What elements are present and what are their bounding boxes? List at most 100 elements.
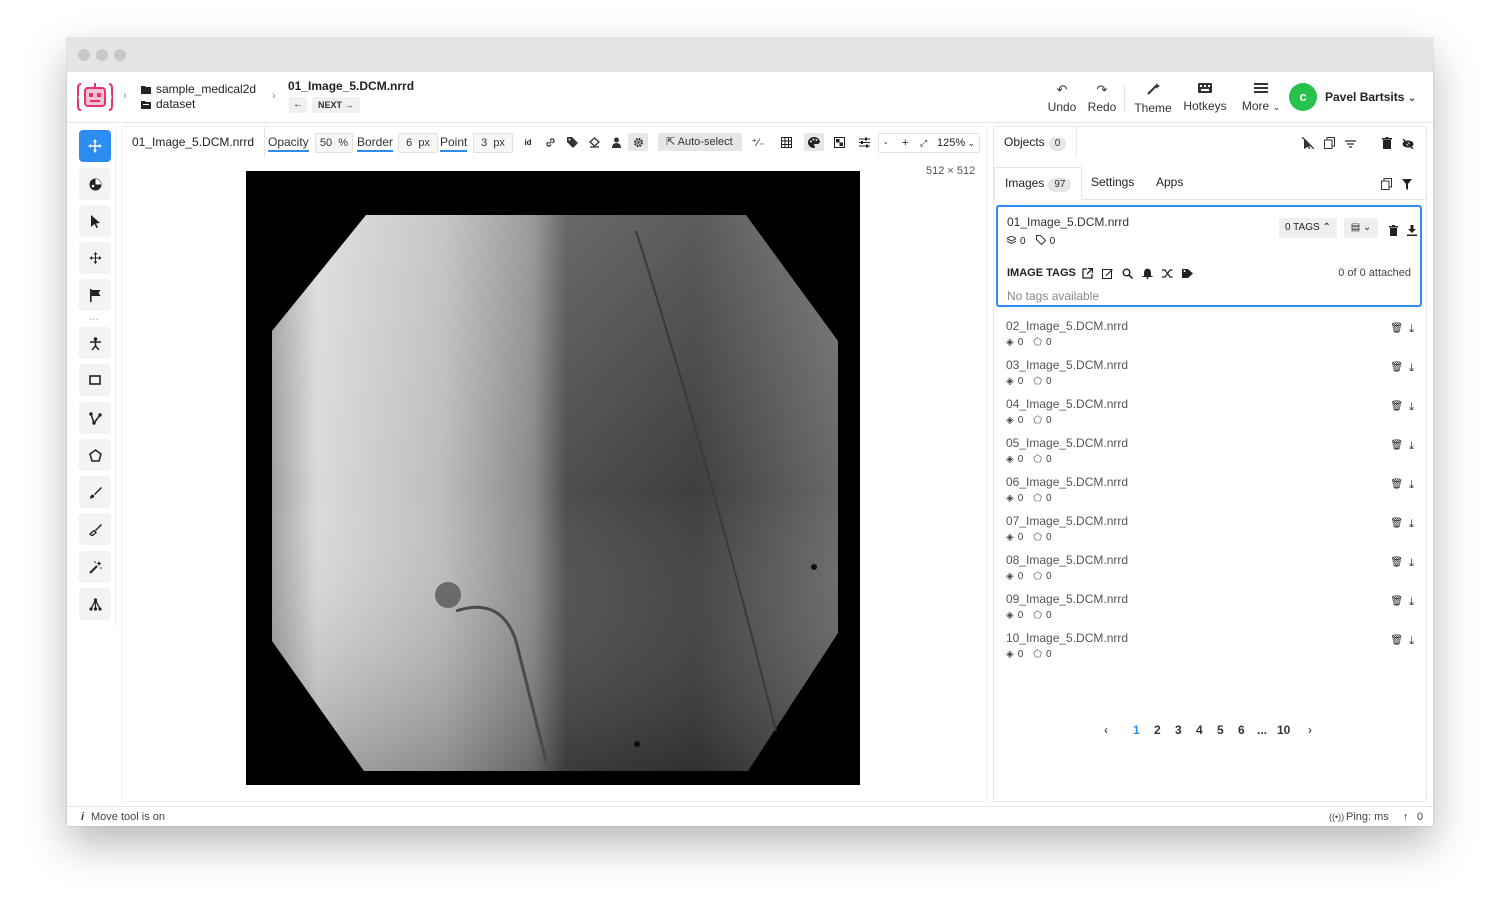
download-icon[interactable] xyxy=(1407,223,1417,241)
gear-icon[interactable] xyxy=(628,133,648,151)
hotkeys-button[interactable]: Hotkeys xyxy=(1183,82,1227,113)
next-page-button[interactable]: › xyxy=(1308,723,1312,737)
copy-icon[interactable] xyxy=(1324,136,1335,154)
polyline-tool-button[interactable] xyxy=(79,402,111,434)
user-menu[interactable]: Pavel Bartsits ⌄ xyxy=(1325,90,1416,104)
graph-tool-button[interactable] xyxy=(79,588,111,620)
undo-button[interactable]: ↶ Undo xyxy=(1047,82,1077,114)
grid-icon[interactable] xyxy=(776,133,796,151)
point-input[interactable]: 3 px xyxy=(473,133,513,153)
copy-icon[interactable] xyxy=(1381,177,1392,195)
list-item[interactable]: 05_Image_5.DCM.nrrd ◈ 0 ⬠ 0 🗑 ⤓ xyxy=(994,428,1426,467)
palette-icon[interactable] xyxy=(804,133,824,151)
trash-icon[interactable]: 🗑 xyxy=(1390,557,1403,570)
selected-image-card[interactable]: 01_Image_5.DCM.nrrd 0 0 0 TAGS ⌃ ▤ ⌄ IMA… xyxy=(996,205,1422,307)
bell-icon[interactable] xyxy=(1142,266,1153,284)
trash-icon[interactable]: 🗑 xyxy=(1390,596,1403,609)
page-5[interactable]: 5 xyxy=(1217,723,1224,737)
trash-icon[interactable]: 🗑 xyxy=(1390,440,1403,453)
download-icon[interactable]: ⤓ xyxy=(1409,479,1414,492)
filter-lines-icon[interactable] xyxy=(1345,136,1356,154)
breadcrumb-project[interactable]: sample_medical2d xyxy=(141,82,256,96)
tag-icon[interactable] xyxy=(562,133,582,151)
trash-icon[interactable] xyxy=(1389,223,1398,241)
download-icon[interactable]: ⤓ xyxy=(1409,635,1414,648)
magic-wand-tool-button[interactable] xyxy=(79,551,111,583)
hide-pointer-icon[interactable] xyxy=(1301,136,1315,154)
external-link-icon[interactable] xyxy=(1082,266,1094,284)
prev-image-button[interactable]: ← xyxy=(289,97,307,113)
user-filter-icon[interactable] xyxy=(606,133,626,151)
tab-settings[interactable]: Settings xyxy=(1091,167,1134,198)
more-button[interactable]: More ⌄ xyxy=(1239,82,1283,113)
list-item[interactable]: 10_Image_5.DCM.nrrd ◈ 0 ⬠ 0 🗑 ⤓ xyxy=(994,623,1426,662)
checkerboard-icon[interactable] xyxy=(829,133,849,151)
canvas-tab[interactable]: 01_Image_5.DCM.nrrd xyxy=(122,127,266,159)
page-3[interactable]: 3 xyxy=(1175,723,1182,737)
page-4[interactable]: 4 xyxy=(1196,723,1203,737)
download-icon[interactable]: ⤓ xyxy=(1409,518,1414,531)
zoom-out-button[interactable]: - xyxy=(884,134,888,152)
rectangle-tool-button[interactable] xyxy=(79,364,111,396)
list-item[interactable]: 09_Image_5.DCM.nrrd ◈ 0 ⬠ 0 🗑 ⤓ xyxy=(994,584,1426,623)
shuffle-icon[interactable] xyxy=(1162,266,1173,284)
breadcrumb-dataset[interactable]: dataset xyxy=(141,97,256,111)
brush-tool-button[interactable] xyxy=(79,476,111,508)
page-ellipsis[interactable]: ... xyxy=(1257,723,1267,737)
avatar[interactable]: c xyxy=(1289,83,1317,111)
trash-icon[interactable]: 🗑 xyxy=(1390,362,1403,375)
theme-button[interactable]: Theme xyxy=(1133,82,1173,115)
trash-icon[interactable]: 🗑 xyxy=(1390,401,1403,414)
window-close-dot[interactable] xyxy=(78,49,90,61)
flag-tool-button[interactable] xyxy=(79,279,111,311)
zoom-select[interactable]: 125% ⌄ xyxy=(937,134,975,152)
link-icon[interactable] xyxy=(540,133,560,151)
download-icon[interactable]: ⤓ xyxy=(1409,440,1414,453)
image-actions-dropdown[interactable]: ▤ ⌄ xyxy=(1344,218,1378,238)
trash-icon[interactable]: 🗑 xyxy=(1390,635,1403,648)
pan-tool-button[interactable] xyxy=(79,242,111,274)
select-tool-button[interactable] xyxy=(79,205,111,237)
trash-icon[interactable] xyxy=(1382,136,1392,154)
page-1[interactable]: 1 xyxy=(1133,723,1140,737)
tags-dropdown-button[interactable]: 0 TAGS ⌃ xyxy=(1279,218,1337,238)
move-tool-button[interactable] xyxy=(79,130,111,162)
percent-toggle-icon[interactable]: ⁺⁄₋ xyxy=(748,133,768,151)
prev-page-button[interactable]: ‹ xyxy=(1104,723,1108,737)
page-2[interactable]: 2 xyxy=(1154,723,1161,737)
layers-toggle-icon[interactable] xyxy=(584,133,604,151)
logo-icon[interactable] xyxy=(77,80,113,114)
next-image-button[interactable]: NEXT → xyxy=(312,97,360,113)
auto-select-button[interactable]: ⇱ Auto-select xyxy=(658,133,742,151)
search-icon[interactable] xyxy=(1122,266,1134,284)
medical-image[interactable] xyxy=(246,171,860,785)
id-toggle-icon[interactable]: id xyxy=(518,133,538,151)
download-icon[interactable]: ⤓ xyxy=(1409,596,1414,609)
eraser-tool-button[interactable] xyxy=(79,513,111,545)
trash-icon[interactable]: 🗑 xyxy=(1390,479,1403,492)
eye-off-icon[interactable] xyxy=(1402,136,1414,154)
list-item[interactable]: 07_Image_5.DCM.nrrd ◈ 0 ⬠ 0 🗑 ⤓ xyxy=(994,506,1426,545)
trash-icon[interactable]: 🗑 xyxy=(1390,323,1403,336)
edit-icon[interactable] xyxy=(1102,266,1113,284)
border-input[interactable]: 6 px xyxy=(398,133,438,153)
page-last[interactable]: 10 xyxy=(1277,723,1290,737)
download-icon[interactable]: ⤓ xyxy=(1409,557,1414,570)
window-maximize-dot[interactable] xyxy=(114,49,126,61)
redo-button[interactable]: ↷ Redo xyxy=(1087,82,1117,114)
polygon-tool-button[interactable] xyxy=(79,439,111,471)
filter-icon[interactable] xyxy=(1402,177,1412,195)
page-6[interactable]: 6 xyxy=(1238,723,1245,737)
zoom-in-button[interactable]: + xyxy=(902,134,908,152)
list-item[interactable]: 02_Image_5.DCM.nrrd ◈ 0 ⬠ 0 🗑 ⤓ xyxy=(994,311,1426,350)
list-item[interactable]: 04_Image_5.DCM.nrrd ◈ 0 ⬠ 0 🗑 ⤓ xyxy=(994,389,1426,428)
tab-images[interactable]: Images 97 xyxy=(994,167,1083,200)
fit-screen-icon[interactable]: ⤢ xyxy=(920,134,927,152)
keypoint-tool-button[interactable] xyxy=(79,327,111,359)
list-item[interactable]: 08_Image_5.DCM.nrrd ◈ 0 ⬠ 0 🗑 ⤓ xyxy=(994,545,1426,584)
download-icon[interactable]: ⤓ xyxy=(1409,323,1414,336)
download-icon[interactable]: ⤓ xyxy=(1409,401,1414,414)
smart-tool-button[interactable] xyxy=(79,168,111,200)
tab-apps[interactable]: Apps xyxy=(1156,167,1183,198)
list-item[interactable]: 06_Image_5.DCM.nrrd ◈ 0 ⬠ 0 🗑 ⤓ xyxy=(994,467,1426,506)
